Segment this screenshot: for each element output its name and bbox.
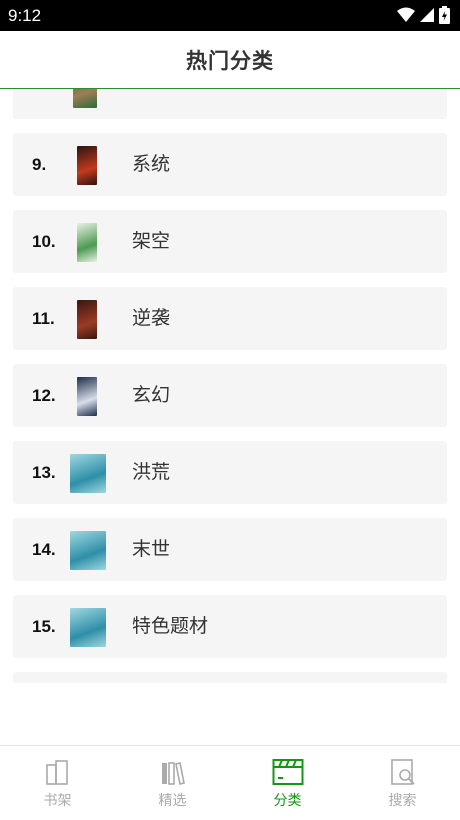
category-list[interactable]: 9. 系统 10. 架空 11. 逆袭 12. 玄幻 13. 洪荒 14. 末世 15. 特色题材	[0, 89, 460, 683]
status-time: 9:12	[8, 6, 42, 25]
category-cover-image	[77, 146, 97, 185]
battery-icon	[439, 6, 450, 24]
category-name: 特色题材	[132, 615, 209, 637]
category-cover-image	[70, 608, 106, 647]
page-title: 热门分类	[186, 48, 274, 73]
category-rank: 13.	[32, 463, 56, 482]
app-header: 热门分类	[0, 31, 460, 89]
category-cover-image	[77, 223, 97, 262]
category-cover-image	[70, 454, 106, 493]
category-row[interactable]: 14. 末世	[13, 518, 447, 581]
category-rank: 15.	[32, 617, 56, 636]
category-row[interactable]	[13, 89, 447, 119]
category-row[interactable]	[13, 672, 447, 683]
signal-icon	[420, 8, 434, 22]
category-row[interactable]: 12. 玄幻	[13, 364, 447, 427]
tab-featured[interactable]: 精选	[115, 746, 230, 820]
tab-search[interactable]: 搜索	[345, 746, 460, 820]
category-row[interactable]: 11. 逆袭	[13, 287, 447, 350]
category-cover-image	[73, 89, 97, 108]
category-row[interactable]: 15. 特色题材	[13, 595, 447, 658]
category-rank: 9.	[32, 155, 47, 174]
category-name: 架空	[132, 230, 171, 252]
category-rank: 10.	[32, 232, 56, 251]
tab-label: 精选	[158, 793, 187, 809]
status-bar: 9:12	[0, 0, 460, 31]
tab-label: 分类	[273, 793, 302, 809]
category-name: 逆袭	[132, 307, 171, 329]
category-cover-image	[77, 377, 97, 416]
category-cover-image	[77, 300, 97, 339]
category-name: 系统	[132, 153, 171, 175]
category-cover-image	[70, 531, 106, 570]
category-row[interactable]: 13. 洪荒	[13, 441, 447, 504]
status-icons	[397, 6, 450, 24]
tab-label: 搜索	[388, 793, 417, 809]
category-icon	[272, 759, 303, 785]
category-name: 洪荒	[132, 461, 171, 483]
category-rank: 12.	[32, 386, 56, 405]
category-row[interactable]: 9. 系统	[13, 133, 447, 196]
category-rank: 14.	[32, 540, 56, 559]
tab-label: 书架	[43, 793, 72, 809]
bookshelf-icon	[45, 760, 68, 785]
category-name: 玄幻	[132, 384, 171, 406]
category-rank: 11.	[32, 309, 55, 328]
category-row[interactable]: 10. 架空	[13, 210, 447, 273]
search-book-icon	[390, 759, 415, 785]
tab-bookshelf[interactable]: 书架	[0, 746, 115, 820]
category-name: 末世	[132, 538, 171, 560]
bottom-tab-bar: 书架 精选 分类 搜索	[0, 745, 460, 820]
wifi-icon	[397, 7, 415, 22]
tab-category[interactable]: 分类	[230, 746, 345, 820]
books-icon	[161, 762, 185, 785]
